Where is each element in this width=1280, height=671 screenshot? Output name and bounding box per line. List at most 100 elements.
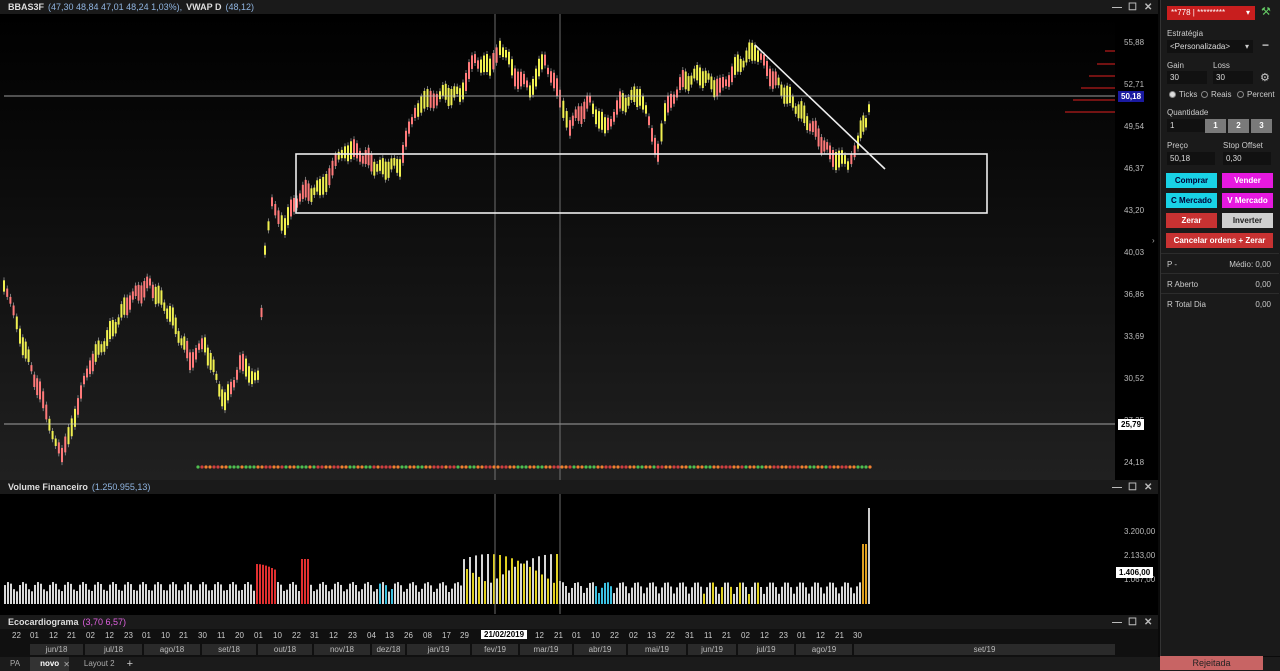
eco-title: Ecocardiograma [8, 617, 79, 627]
volume-level: 2.133,00 [1124, 551, 1156, 560]
position-row: P - Médio: 0,00 [1161, 253, 1279, 273]
timeline-day: 29 [460, 631, 469, 640]
estrategia-select[interactable]: <Personalizada> [1167, 40, 1253, 53]
timeline-month: dez/18 [372, 644, 405, 655]
timeline-day: 20 [235, 631, 244, 640]
vwap-label: VWAP D [186, 2, 222, 12]
cancelar-ordens-zerar-button[interactable]: Cancelar ordens + Zerar [1166, 233, 1273, 248]
timeline-day: 21 [722, 631, 731, 640]
maximize-icon[interactable]: ☐ [1128, 617, 1137, 628]
preco-label: Preço [1167, 141, 1188, 150]
timeline-day: 10 [161, 631, 170, 640]
timeline-month: nov/18 [314, 644, 370, 655]
layout-tabs: PA novo ✕ Layout 2 + [0, 657, 1280, 671]
zerar-button[interactable]: Zerar [1166, 213, 1217, 228]
comprar-button[interactable]: Comprar [1166, 173, 1217, 188]
timeline-day: 22 [610, 631, 619, 640]
eco-pane-header: Ecocardiograma (3,70 6,57) — ☐ ✕ [0, 615, 1158, 629]
price-level: 30,52 [1124, 374, 1145, 383]
stop-offset-input[interactable]: 0,30 [1223, 152, 1271, 165]
timeline-day: 10 [273, 631, 282, 640]
timeline-month: set/19 [854, 644, 1115, 655]
volume-title: Volume Financeiro [8, 482, 88, 492]
price-level: 33,69 [1124, 332, 1145, 341]
tools-icon[interactable]: ⚒ [1261, 5, 1271, 18]
timeline-day: 12 [105, 631, 114, 640]
qty-button-2[interactable]: 2 [1228, 119, 1249, 133]
timeline-day: 21 [835, 631, 844, 640]
timeline-month: jun/19 [688, 644, 736, 655]
maximize-icon[interactable]: ☐ [1128, 2, 1137, 13]
timeline-day: 11 [217, 631, 226, 640]
volume-chart[interactable] [0, 494, 1158, 614]
vender-button[interactable]: Vender [1222, 173, 1273, 188]
timeline-day: 17 [442, 631, 451, 640]
timeline-day: 21 [67, 631, 76, 640]
timeline-day: 23 [779, 631, 788, 640]
timeline[interactable]: 22 01 12 21 02 12 23 01 10 21 30 11 20 01 10 22 31 12 23 04… [0, 629, 1158, 657]
close-icon[interactable]: ✕ [1144, 617, 1152, 628]
collapse-panel-icon[interactable]: › [1152, 236, 1155, 245]
timeline-day: 04 [367, 631, 376, 640]
timeline-day: 13 [385, 631, 394, 640]
timeline-month: jul/19 [738, 644, 794, 655]
volume-current-tag: 1.406,00 [1116, 567, 1154, 578]
timeline-day: 08 [423, 631, 432, 640]
maximize-icon[interactable]: ☐ [1128, 482, 1137, 493]
price-level: 36,86 [1124, 290, 1145, 299]
c-mercado-button[interactable]: C Mercado [1166, 193, 1217, 208]
vwap-value: (48,12) [225, 2, 254, 12]
timeline-day: 22 [12, 631, 21, 640]
timeline-month: jan/19 [407, 644, 470, 655]
radio-reais[interactable]: Reais [1201, 90, 1231, 99]
timeline-day: 02 [86, 631, 95, 640]
timeline-day: 12 [760, 631, 769, 640]
chevron-down-icon[interactable]: ▾ [1246, 8, 1250, 17]
timeline-month: ago/18 [144, 644, 200, 655]
minimize-icon[interactable]: — [1112, 2, 1122, 13]
preco-input[interactable]: 50,18 [1167, 152, 1215, 165]
timeline-day: 23 [124, 631, 133, 640]
timeline-month: ago/19 [796, 644, 852, 655]
qty-button-1[interactable]: 1 [1205, 119, 1226, 133]
timeline-months: jun/18 jul/18 ago/18 set/18 out/18 nov/18 dez/… [0, 643, 1115, 656]
minimize-icon[interactable]: — [1112, 482, 1122, 493]
gear-icon[interactable]: ⚙ [1260, 71, 1270, 84]
price-level: 24,18 [1124, 458, 1145, 467]
account-select[interactable]: **778 | ********* [1167, 6, 1255, 20]
radio-percent[interactable]: Percent [1237, 90, 1275, 99]
tab-layout-2[interactable]: Layout 2 [74, 657, 125, 671]
radio-ticks[interactable]: Ticks [1169, 90, 1197, 99]
v-mercado-button[interactable]: V Mercado [1222, 193, 1273, 208]
timeline-day: 21/02/2019 [481, 630, 528, 639]
minus-icon[interactable]: − [1262, 38, 1269, 52]
timeline-month: mai/19 [628, 644, 686, 655]
chart-area[interactable]: BBAS3F (47,30 48,84 47,01 48,24 1,03%), … [0, 0, 1158, 671]
chevron-down-icon[interactable]: ▾ [1245, 42, 1249, 51]
loss-input[interactable]: 30 [1213, 71, 1253, 84]
timeline-day: 13 [647, 631, 656, 640]
timeline-month: abr/19 [574, 644, 626, 655]
loss-label: Loss [1213, 61, 1230, 70]
price-pane-header: BBAS3F (47,30 48,84 47,01 48,24 1,03%), … [0, 0, 1158, 14]
timeline-day: 01 [797, 631, 806, 640]
quantidade-label: Quantidade [1167, 108, 1209, 117]
stop-offset-label: Stop Offset [1223, 141, 1263, 150]
price-level: 52,71 [1124, 80, 1145, 89]
inverter-button[interactable]: Inverter [1222, 213, 1273, 228]
add-tab-icon[interactable]: + [127, 658, 133, 670]
gain-input[interactable]: 30 [1167, 71, 1207, 84]
price-level: 43,20 [1124, 206, 1145, 215]
current-price-tag: 50,18 [1118, 91, 1145, 102]
tab-pa[interactable]: PA [0, 657, 30, 671]
price-chart[interactable] [0, 14, 1158, 480]
close-icon[interactable]: ✕ [1144, 2, 1152, 13]
timeline-day: 30 [853, 631, 862, 640]
close-icon[interactable]: ✕ [1144, 482, 1152, 493]
minimize-icon[interactable]: — [1112, 617, 1122, 628]
timeline-day: 11 [704, 631, 713, 640]
qty-button-3[interactable]: 3 [1251, 119, 1272, 133]
close-tab-icon[interactable]: ✕ [63, 660, 70, 669]
price-window-controls: — ☐ ✕ [1112, 0, 1152, 14]
line-price-tag: 25,79 [1118, 419, 1145, 430]
